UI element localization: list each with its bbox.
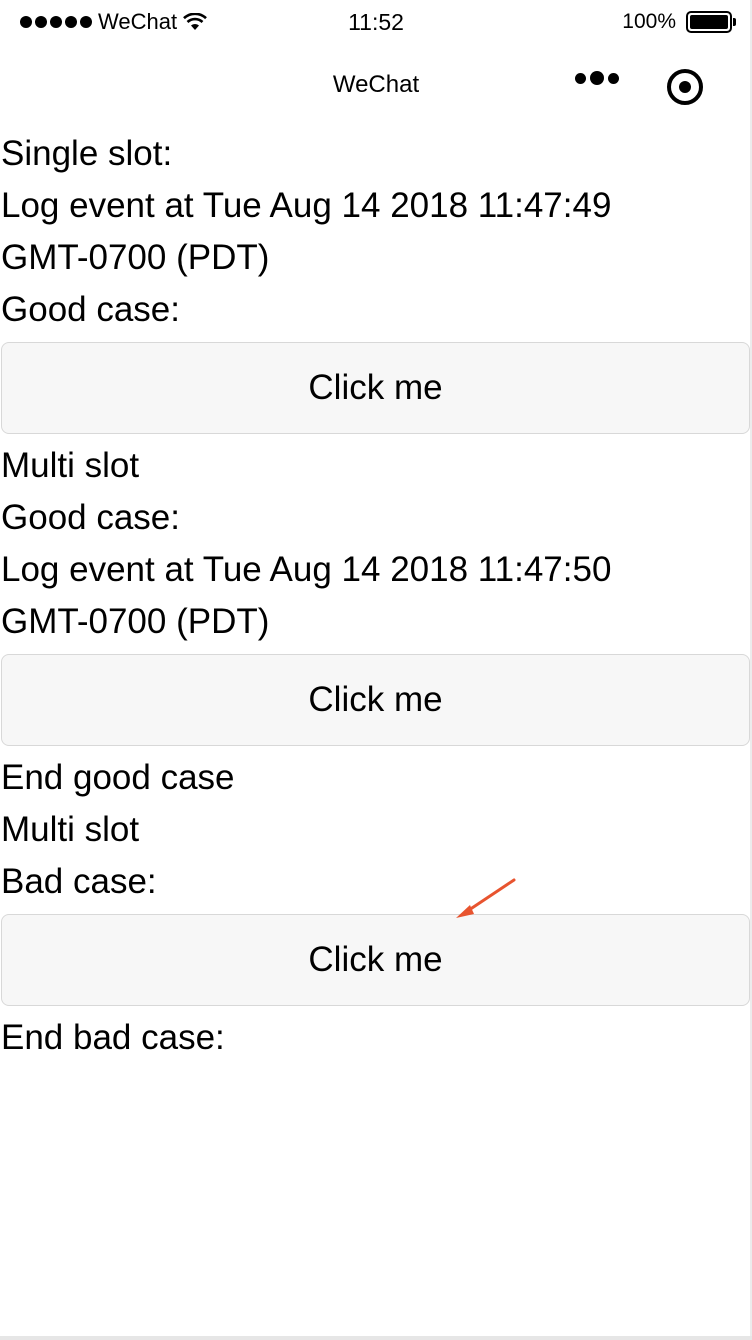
log-event-text: Log event at Tue Aug 14 2018 11:47:49 [1, 186, 612, 225]
bad-case-label: Bad case: [1, 862, 157, 901]
click-me-button[interactable]: Click me [1, 342, 750, 434]
good-case-label: Good case: [1, 290, 180, 329]
close-miniprogram-icon[interactable] [667, 69, 703, 105]
page-title: WeChat [332, 71, 420, 98]
log-event-text: Log event at Tue Aug 14 2018 11:47:50 [1, 550, 612, 589]
end-good-case-label: End good case [1, 758, 235, 797]
single-slot-label: Single slot: [1, 134, 173, 173]
click-me-button[interactable]: Click me [1, 654, 750, 746]
battery-percent: 100% [622, 10, 676, 33]
end-bad-case-label: End bad case: [1, 1018, 225, 1057]
page-content: Single slot: Log event at Tue Aug 14 201… [0, 128, 752, 1064]
battery-icon [686, 11, 736, 33]
status-bar: WeChat 11:52 100% [0, 0, 752, 44]
multi-slot-label: Multi slot [1, 810, 140, 849]
status-right: 100% [622, 8, 736, 36]
bottom-divider [0, 1336, 752, 1340]
navigation-bar: WeChat [0, 44, 752, 128]
log-event-text: GMT-0700 (PDT) [1, 602, 270, 641]
multi-slot-label: Multi slot [1, 446, 140, 485]
good-case-label: Good case: [1, 498, 180, 537]
log-event-text: GMT-0700 (PDT) [1, 238, 270, 277]
annotation-arrow-icon [456, 878, 516, 918]
more-options-icon[interactable] [575, 71, 619, 85]
click-me-button[interactable]: Click me [1, 914, 750, 1006]
